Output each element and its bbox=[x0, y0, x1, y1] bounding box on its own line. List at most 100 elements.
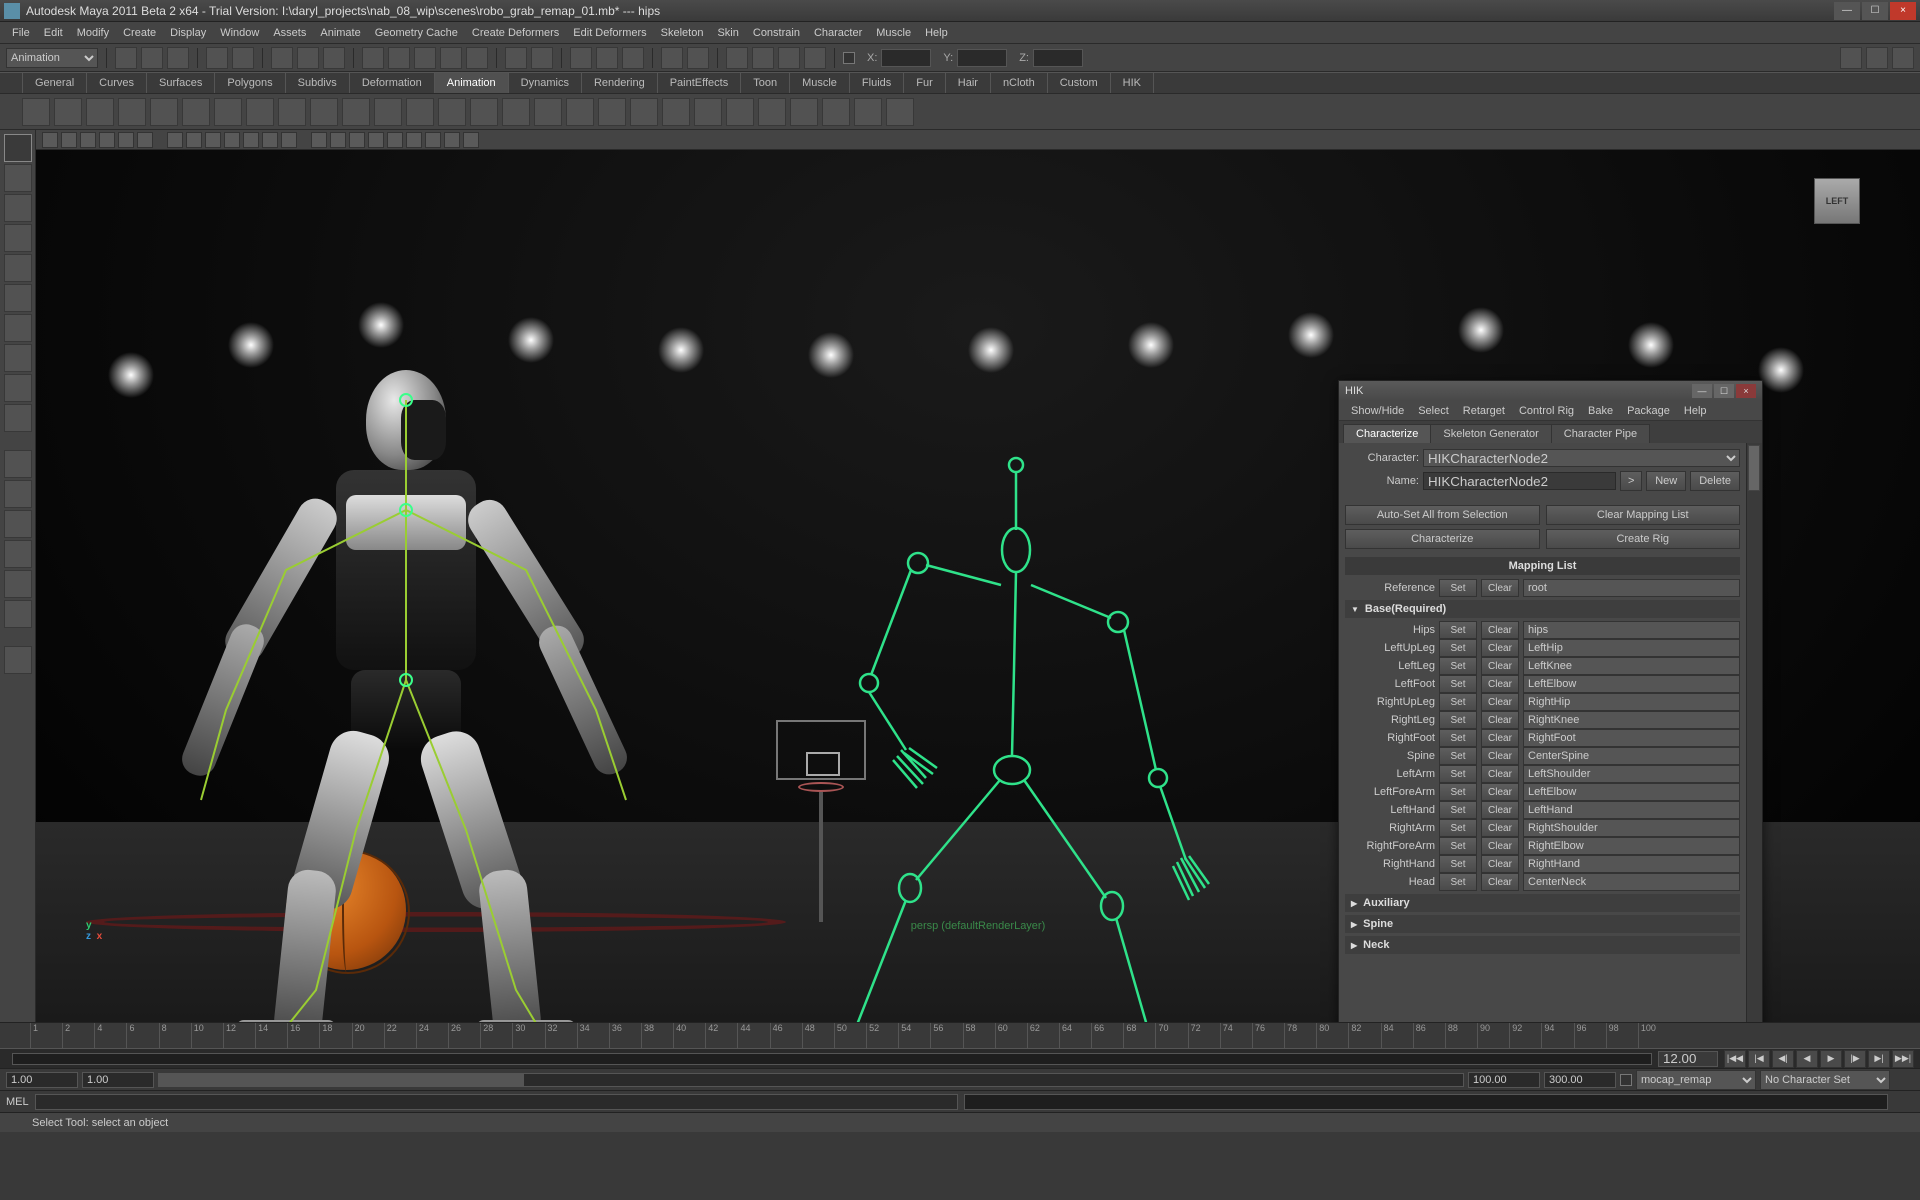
hik-menu-item[interactable]: Retarget bbox=[1457, 403, 1511, 419]
lasso-tool-icon[interactable] bbox=[4, 164, 32, 192]
shelf-icon[interactable] bbox=[502, 98, 530, 126]
redo-icon[interactable] bbox=[232, 47, 254, 69]
lighting-menu-icon[interactable] bbox=[80, 132, 96, 148]
shelf-icon[interactable] bbox=[758, 98, 786, 126]
single-pane-layout-icon[interactable] bbox=[4, 450, 32, 478]
smooth-shade-icon[interactable] bbox=[205, 132, 221, 148]
shelf-icon[interactable] bbox=[886, 98, 914, 126]
map-field[interactable]: CenterNeck bbox=[1523, 873, 1740, 891]
shelf-icon[interactable] bbox=[694, 98, 722, 126]
shelf-icon[interactable] bbox=[726, 98, 754, 126]
snap-curve-icon[interactable] bbox=[388, 47, 410, 69]
safe-title-icon[interactable] bbox=[463, 132, 479, 148]
set-button[interactable]: Set bbox=[1439, 579, 1477, 597]
shelf-icon[interactable] bbox=[630, 98, 658, 126]
shelf-tab[interactable]: Dynamics bbox=[508, 72, 582, 93]
shelf-icon[interactable] bbox=[118, 98, 146, 126]
shelf-icon[interactable] bbox=[342, 98, 370, 126]
auxiliary-group-header[interactable]: Auxiliary bbox=[1345, 894, 1740, 912]
sidebar-toggle-icon[interactable] bbox=[1840, 47, 1862, 69]
z-field[interactable] bbox=[1033, 49, 1083, 67]
high-quality-icon[interactable] bbox=[281, 132, 297, 148]
hik-minimize-icon[interactable]: — bbox=[1692, 384, 1712, 398]
map-field[interactable]: LeftShoulder bbox=[1523, 765, 1740, 783]
shelf-tab[interactable]: Fur bbox=[903, 72, 946, 93]
persp-graph-layout-icon[interactable] bbox=[4, 570, 32, 598]
name-field[interactable] bbox=[1423, 472, 1616, 490]
shelf-tab[interactable]: Toon bbox=[740, 72, 790, 93]
select-by-object-icon[interactable] bbox=[297, 47, 319, 69]
clear-button[interactable]: Clear bbox=[1481, 837, 1519, 855]
create-rig-button[interactable]: Create Rig bbox=[1546, 529, 1741, 549]
use-lights-icon[interactable] bbox=[243, 132, 259, 148]
menu-item[interactable]: Create Deformers bbox=[466, 25, 565, 41]
maximize-button[interactable]: ☐ bbox=[1862, 2, 1888, 20]
shelf-icon[interactable] bbox=[822, 98, 850, 126]
map-field[interactable]: LeftKnee bbox=[1523, 657, 1740, 675]
show-manip-icon[interactable] bbox=[4, 374, 32, 402]
range-start-outer-field[interactable] bbox=[6, 1072, 78, 1088]
clear-button[interactable]: Clear bbox=[1481, 801, 1519, 819]
shelf-icon[interactable] bbox=[790, 98, 818, 126]
shelf-icon[interactable] bbox=[598, 98, 626, 126]
open-scene-icon[interactable] bbox=[141, 47, 163, 69]
delete-button[interactable]: Delete bbox=[1690, 471, 1740, 491]
range-start-field[interactable] bbox=[82, 1072, 154, 1088]
menu-item[interactable]: Constrain bbox=[747, 25, 806, 41]
grid-icon[interactable] bbox=[349, 132, 365, 148]
range-slider[interactable] bbox=[158, 1073, 1464, 1087]
hik-menu-item[interactable]: Help bbox=[1678, 403, 1713, 419]
play-backward-icon[interactable]: ◀ bbox=[1796, 1050, 1818, 1068]
shading-menu-icon[interactable] bbox=[61, 132, 77, 148]
xray-icon[interactable] bbox=[311, 132, 327, 148]
clear-button[interactable]: Clear bbox=[1481, 783, 1519, 801]
hypershade-layout-icon[interactable] bbox=[4, 600, 32, 628]
map-field[interactable]: hips bbox=[1523, 621, 1740, 639]
step-back-key-icon[interactable]: |◀ bbox=[1748, 1050, 1770, 1068]
go-to-end-icon[interactable]: ▶▶| bbox=[1892, 1050, 1914, 1068]
shelf-icon[interactable] bbox=[566, 98, 594, 126]
set-button[interactable]: Set bbox=[1439, 837, 1477, 855]
set-button[interactable]: Set bbox=[1439, 693, 1477, 711]
command-input[interactable] bbox=[35, 1094, 959, 1110]
soft-mod-tool-icon[interactable] bbox=[4, 344, 32, 372]
shelf-icon[interactable] bbox=[54, 98, 82, 126]
gate-mask-icon[interactable] bbox=[406, 132, 422, 148]
shelf-tab[interactable]: Curves bbox=[86, 72, 147, 93]
range-end-outer-field[interactable] bbox=[1544, 1072, 1616, 1088]
map-field[interactable]: RightHip bbox=[1523, 693, 1740, 711]
neck-group-header[interactable]: Neck bbox=[1345, 936, 1740, 954]
hik-menu-item[interactable]: Select bbox=[1412, 403, 1455, 419]
shelf-icon[interactable] bbox=[246, 98, 274, 126]
map-field[interactable]: RightHand bbox=[1523, 855, 1740, 873]
dope-sheet-icon[interactable] bbox=[804, 47, 826, 69]
set-button[interactable]: Set bbox=[1439, 747, 1477, 765]
script-language-label[interactable]: MEL bbox=[6, 1096, 29, 1108]
set-button[interactable]: Set bbox=[1439, 855, 1477, 873]
shelf-icon[interactable] bbox=[662, 98, 690, 126]
wireframe-icon[interactable] bbox=[186, 132, 202, 148]
current-time-field[interactable] bbox=[1658, 1051, 1718, 1067]
select-by-component-icon[interactable] bbox=[323, 47, 345, 69]
ipr-render-icon[interactable] bbox=[596, 47, 618, 69]
film-gate-icon[interactable] bbox=[368, 132, 384, 148]
transform-toggle[interactable] bbox=[843, 52, 855, 64]
shelf-tab[interactable]: Muscle bbox=[789, 72, 850, 93]
map-field[interactable]: RightKnee bbox=[1523, 711, 1740, 729]
new-scene-icon[interactable] bbox=[115, 47, 137, 69]
shelf-icon[interactable] bbox=[150, 98, 178, 126]
hik-tab[interactable]: Characterize bbox=[1343, 424, 1431, 443]
set-button[interactable]: Set bbox=[1439, 819, 1477, 837]
select-by-hierarchy-icon[interactable] bbox=[271, 47, 293, 69]
menu-item[interactable]: Edit Deformers bbox=[567, 25, 652, 41]
clear-button[interactable]: Clear bbox=[1481, 675, 1519, 693]
menu-item[interactable]: Animate bbox=[314, 25, 366, 41]
reference-field[interactable]: root bbox=[1523, 579, 1740, 597]
menu-item[interactable]: Muscle bbox=[870, 25, 917, 41]
shelf-icon[interactable] bbox=[534, 98, 562, 126]
textured-icon[interactable] bbox=[224, 132, 240, 148]
play-forward-icon[interactable]: ▶ bbox=[1820, 1050, 1842, 1068]
four-pane-layout-icon[interactable] bbox=[4, 480, 32, 508]
hik-tab[interactable]: Character Pipe bbox=[1551, 424, 1650, 443]
hik-menu-item[interactable]: Bake bbox=[1582, 403, 1619, 419]
